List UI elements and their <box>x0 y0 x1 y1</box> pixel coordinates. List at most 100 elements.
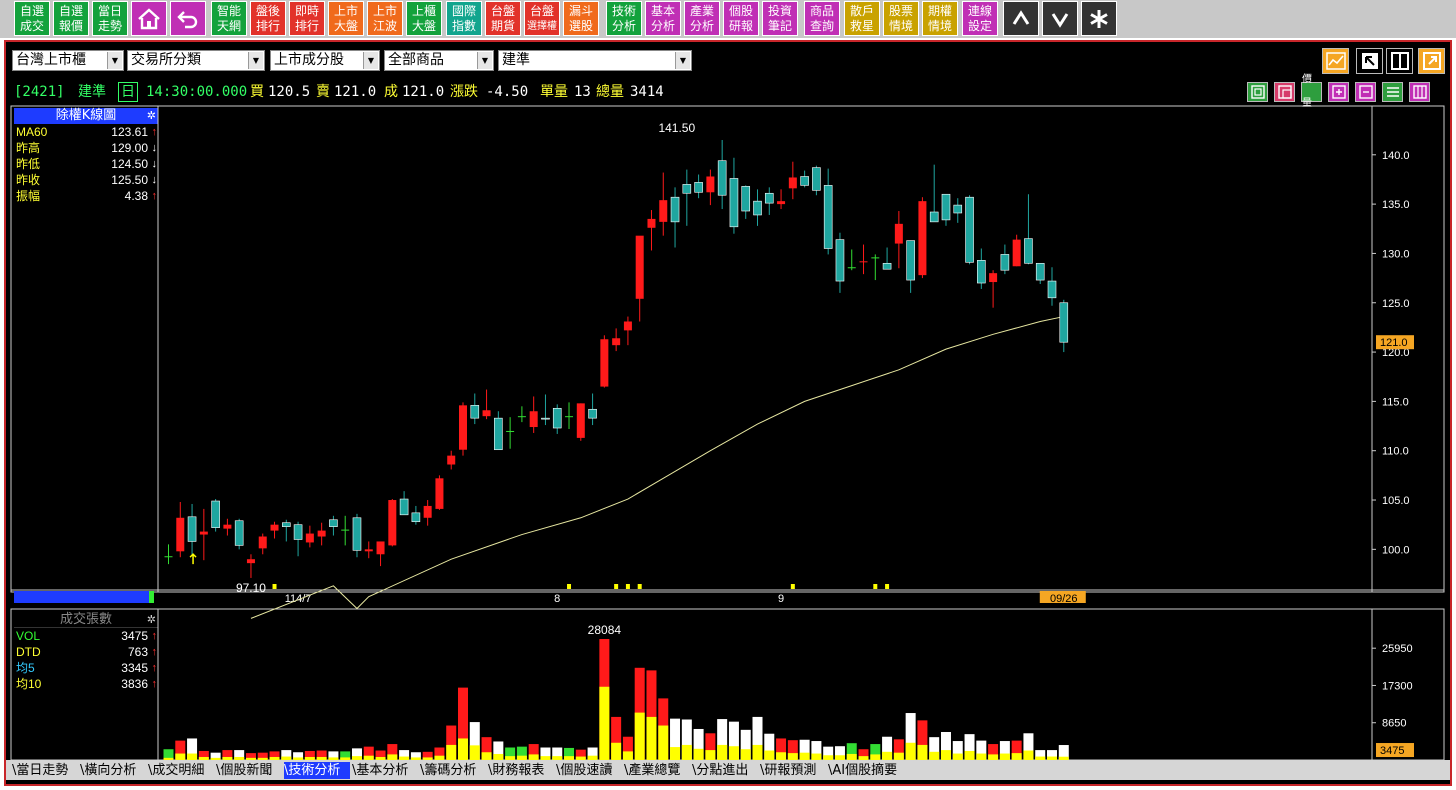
category-select[interactable]: 交易所分類 ▼ <box>127 50 265 71</box>
candle-body[interactable] <box>929 211 939 223</box>
candle-body[interactable] <box>588 408 597 419</box>
toolbar-button[interactable]: 股票 情境 <box>883 1 919 36</box>
candle-body[interactable] <box>1012 239 1021 267</box>
candle-body[interactable] <box>1035 262 1045 281</box>
candle-body[interactable] <box>788 177 797 189</box>
candle-body[interactable] <box>470 405 480 419</box>
tab-9[interactable]: \產業總覽 <box>624 762 690 779</box>
asterisk-icon[interactable] <box>1081 1 1117 36</box>
candle-body[interactable] <box>859 261 868 263</box>
tab-3[interactable]: \個股新聞 <box>216 762 282 779</box>
candle-body[interactable] <box>1000 254 1010 271</box>
back-icon[interactable] <box>170 1 206 36</box>
chevron-down-icon[interactable]: ▼ <box>477 52 492 69</box>
candle-body[interactable] <box>459 405 467 450</box>
candle-body[interactable] <box>517 416 526 418</box>
candle-body[interactable] <box>753 200 762 216</box>
toolbar-button[interactable]: 期權 情境 <box>922 1 958 36</box>
candle-body[interactable] <box>812 167 821 191</box>
candle-body[interactable] <box>729 178 739 228</box>
candle-body[interactable] <box>576 403 585 438</box>
candle-body[interactable] <box>835 239 845 282</box>
toolbar-button[interactable]: 自選 報價 <box>53 1 89 36</box>
candle-body[interactable] <box>635 235 644 299</box>
chevron-down-icon[interactable]: ▼ <box>363 52 378 69</box>
toolbar-button[interactable]: 基本 分析 <box>645 1 681 36</box>
toolbar-button[interactable]: 散戶 救星 <box>844 1 880 36</box>
candle-body[interactable] <box>741 186 751 212</box>
toolbar-button[interactable]: 台盤 選擇權 <box>524 1 560 36</box>
candle-body[interactable] <box>552 407 562 429</box>
tab-2[interactable]: \成交明細 <box>148 762 214 779</box>
toolbar-button[interactable]: 盤後 排行 <box>250 1 286 36</box>
candle-body[interactable] <box>953 204 963 214</box>
tab-4[interactable]: \技術分析 <box>284 762 350 779</box>
candle-body[interactable] <box>388 500 397 546</box>
home-icon[interactable] <box>131 1 167 36</box>
candle-body[interactable] <box>965 196 974 263</box>
zoom-out-icon[interactable] <box>1355 82 1376 102</box>
candle-body[interactable] <box>352 517 362 551</box>
candle-body[interactable] <box>423 505 432 518</box>
candle-body[interactable] <box>894 223 903 244</box>
toolbar-button[interactable]: 投資 筆記 <box>762 1 798 36</box>
chart-type-icon[interactable] <box>1322 48 1349 74</box>
toolbar-button[interactable]: 當日 走勢 <box>92 1 128 36</box>
candle-body[interactable] <box>623 321 632 331</box>
toolbar-button[interactable]: 上市 江波 <box>367 1 403 36</box>
candle-body[interactable] <box>764 192 774 204</box>
candle-body[interactable] <box>823 185 833 249</box>
chevron-down-icon[interactable]: ▼ <box>107 52 122 69</box>
candle-body[interactable] <box>777 201 786 205</box>
candle-body[interactable] <box>329 519 338 527</box>
arrow-down-icon[interactable] <box>1042 1 1078 36</box>
price-mode-icon[interactable]: 價量 <box>1301 74 1322 109</box>
candle-body[interactable] <box>234 520 244 546</box>
candle-body[interactable] <box>529 411 538 428</box>
candle-body[interactable] <box>447 455 456 465</box>
tab-12[interactable]: \AI個股摘要 <box>828 762 914 779</box>
chevron-down-icon[interactable]: ▼ <box>248 52 263 69</box>
candle-body[interactable] <box>411 512 421 523</box>
toolbar-button[interactable]: 連線 設定 <box>962 1 998 36</box>
toolbar-button[interactable]: 產業 分析 <box>684 1 720 36</box>
candle-body[interactable] <box>399 498 409 516</box>
candle-body[interactable] <box>293 524 303 540</box>
scroll-indicator[interactable] <box>14 591 154 603</box>
candle-body[interactable] <box>341 529 350 531</box>
candle-body[interactable] <box>506 430 515 432</box>
candle-body[interactable] <box>494 417 503 451</box>
tab-8[interactable]: \個股速讀 <box>556 762 622 779</box>
candle-body[interactable] <box>176 517 185 552</box>
tab-10[interactable]: \分點進出 <box>692 762 758 779</box>
candle-body[interactable] <box>682 184 692 194</box>
tab-11[interactable]: \研報預測 <box>760 762 826 779</box>
toolbar-button[interactable]: 技術 分析 <box>606 1 642 36</box>
arrow-up-icon[interactable] <box>1003 1 1039 36</box>
candle-body[interactable] <box>847 267 856 269</box>
chevron-down-icon[interactable]: ▼ <box>675 52 690 69</box>
candle-body[interactable] <box>164 556 173 558</box>
toolbar-button[interactable]: 商品 查詢 <box>804 1 840 36</box>
chart-area[interactable]: 114/7 8 9 09/26100.0105.0110.0115.0120.0125… <box>6 104 1450 790</box>
group-select[interactable]: 上市成分股 ▼ <box>270 50 380 71</box>
candle-body[interactable] <box>281 522 291 527</box>
candle-body[interactable] <box>435 478 444 509</box>
candle-body[interactable] <box>305 533 314 543</box>
tab-0[interactable]: \當日走勢 <box>12 762 78 779</box>
candle-body[interactable] <box>612 338 621 346</box>
layout-icon[interactable] <box>1247 82 1268 102</box>
candle-body[interactable] <box>258 536 267 549</box>
candle-body[interactable] <box>659 200 668 222</box>
candle-body[interactable] <box>706 176 715 193</box>
toolbar-button[interactable]: 漏斗 選股 <box>563 1 599 36</box>
candle-body[interactable] <box>223 524 232 529</box>
candle-body[interactable] <box>187 516 197 542</box>
candle-body[interactable] <box>670 196 680 223</box>
candle-body[interactable] <box>600 339 609 387</box>
candle-body[interactable] <box>871 257 880 259</box>
popout-icon[interactable] <box>1356 48 1383 74</box>
toolbar-button[interactable]: 個股 研報 <box>723 1 759 36</box>
candle-body[interactable] <box>482 410 491 417</box>
columns-icon[interactable] <box>1409 82 1430 102</box>
